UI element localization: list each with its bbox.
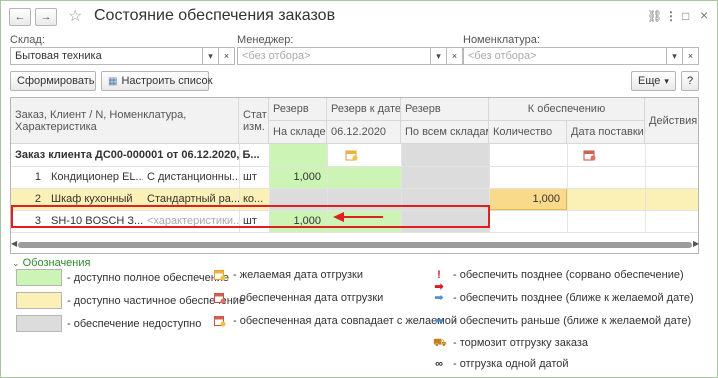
nomenclature-dropdown-button[interactable]: ▾ bbox=[667, 47, 683, 65]
chevron-down-icon: ⌄ bbox=[12, 258, 20, 268]
warehouse-label: Склад: bbox=[10, 34, 45, 46]
warehouse-dropdown-button[interactable]: ▾ bbox=[203, 47, 219, 65]
legend-unavailable-swatch bbox=[16, 315, 62, 332]
window: ← → ☆ Состояние обеспечения заказов ⛓ ⋮ … bbox=[0, 0, 718, 378]
desired-date-icon bbox=[214, 270, 226, 281]
row-3-highlight bbox=[11, 205, 490, 228]
truck-icon: ⛟ bbox=[433, 337, 447, 349]
configure-list-label: Настроить список bbox=[121, 75, 213, 87]
horizontal-scrollbar[interactable] bbox=[18, 242, 692, 248]
chevron-down-icon: ▾ bbox=[208, 50, 213, 61]
page-title: Состояние обеспечения заказов bbox=[94, 7, 336, 24]
scroll-right-icon[interactable]: ▶ bbox=[693, 239, 699, 248]
legend-partial-swatch bbox=[16, 292, 62, 309]
legend-earlier-closer-text: - обеспечить раньше (ближе к желаемой да… bbox=[453, 315, 692, 327]
arrow-right-icon: ➡ bbox=[434, 292, 444, 304]
warehouse-field[interactable]: Бытовая техника bbox=[10, 47, 203, 65]
scroll-left-icon[interactable]: ◀ bbox=[11, 239, 17, 248]
forward-button[interactable]: → bbox=[35, 8, 57, 26]
help-button[interactable]: ? bbox=[681, 71, 699, 91]
legend-unavailable-text: - обеспечение недоступно bbox=[67, 318, 202, 330]
legend-slows-text: - тормозит отгрузку заказа bbox=[453, 337, 589, 349]
title-bar: ← → ☆ Состояние обеспечения заказов ⛓ ⋮ … bbox=[1, 1, 717, 31]
manager-field[interactable]: <без отбора> bbox=[237, 47, 431, 65]
manager-dropdown-button[interactable]: ▾ bbox=[431, 47, 447, 65]
close-icon[interactable]: × bbox=[700, 7, 708, 23]
legend-desired-text: - желаемая дата отгрузки bbox=[233, 269, 363, 281]
manager-label: Менеджер: bbox=[237, 34, 294, 46]
more-label: Еще bbox=[638, 75, 661, 87]
configure-list-button[interactable]: ▦ Настроить список bbox=[101, 71, 213, 91]
settings-icon: ▦ bbox=[108, 75, 118, 87]
more-button[interactable]: Еще ▾ bbox=[631, 71, 676, 91]
more-menu-icon[interactable]: ⋮ bbox=[665, 9, 677, 23]
legend-one-date-text: - отгрузка одной датой bbox=[453, 358, 569, 370]
legend-toggle[interactable]: ⌄ Обозначения bbox=[12, 257, 90, 269]
link-chain-icon: ∞ bbox=[435, 358, 443, 370]
legend-later-closer-text: - обеспечить позднее (ближе к желаемой д… bbox=[453, 292, 694, 304]
exclamation-arrow-icon: !➡ bbox=[434, 269, 444, 293]
back-arrow-icon: ← bbox=[14, 11, 26, 23]
chevron-down-icon: ▾ bbox=[672, 50, 677, 61]
back-button[interactable]: ← bbox=[9, 8, 31, 26]
chevron-down-icon: ▾ bbox=[436, 50, 441, 61]
warehouse-clear-button[interactable]: × bbox=[219, 47, 235, 65]
nomenclature-label: Номенклатура: bbox=[463, 34, 540, 46]
clear-icon: × bbox=[451, 51, 458, 61]
nomenclature-field[interactable]: <без отбора> bbox=[463, 47, 667, 65]
link-icon[interactable]: ⛓ bbox=[647, 9, 662, 23]
form-report-button[interactable]: Сформировать bbox=[10, 71, 96, 91]
date-matches-icon bbox=[214, 316, 226, 327]
forward-arrow-icon: → bbox=[40, 11, 52, 23]
manager-clear-button[interactable]: × bbox=[447, 47, 463, 65]
favorite-star-icon[interactable]: ☆ bbox=[68, 6, 82, 26]
legend-full-swatch bbox=[16, 269, 62, 286]
clear-icon: × bbox=[223, 51, 230, 61]
legend-title: Обозначения bbox=[22, 257, 91, 269]
legend-full-text: - доступно полное обеспечение bbox=[67, 272, 230, 284]
legend-matches-text: - обеспеченная дата совпадает с желаемой bbox=[233, 315, 458, 327]
nomenclature-clear-button[interactable]: × bbox=[683, 47, 699, 65]
clear-icon: × bbox=[687, 51, 694, 61]
legend-later-broken-text: - обеспечить позднее (сорвано обеспечени… bbox=[453, 269, 684, 281]
chevron-down-icon: ▾ bbox=[664, 75, 669, 86]
legend-provided-text: - обеспеченная дата отгрузки bbox=[233, 292, 384, 304]
orders-table: Заказ, Клиент / N, Номенклатура, Характе… bbox=[10, 97, 699, 254]
provided-date-icon bbox=[214, 293, 226, 304]
maximize-icon[interactable]: □ bbox=[682, 9, 689, 23]
arrow-left-icon: ⬅ bbox=[434, 315, 444, 327]
